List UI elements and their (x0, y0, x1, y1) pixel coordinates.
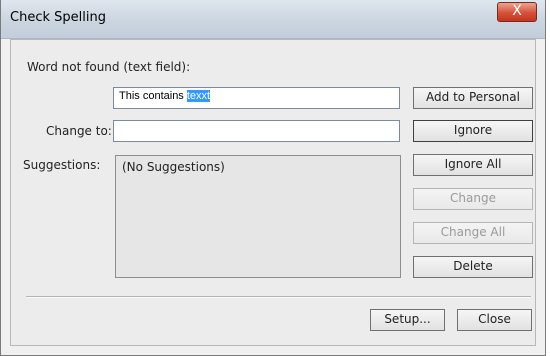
delete-button[interactable]: Delete (413, 256, 533, 278)
change-button[interactable]: Change (413, 188, 533, 210)
ignore-all-button[interactable]: Ignore All (413, 154, 533, 176)
word-not-found-field[interactable]: This contains texxt (113, 87, 400, 109)
close-button[interactable]: Close (457, 309, 532, 331)
change-all-button[interactable]: Change All (413, 222, 533, 244)
change-to-label: Change to: (46, 124, 112, 138)
ignore-button[interactable]: Ignore (413, 120, 533, 142)
window-close-button[interactable]: X (497, 2, 537, 22)
misspelled-word-selection: texxt (186, 90, 211, 102)
setup-button[interactable]: Setup... (370, 309, 445, 331)
divider (26, 296, 531, 298)
change-to-input[interactable] (113, 120, 400, 142)
list-item[interactable]: (No Suggestions) (122, 160, 394, 174)
suggestions-label: Suggestions: (23, 158, 101, 172)
word-not-found-text: This contains (119, 90, 187, 102)
close-icon: X (512, 3, 522, 19)
word-not-found-label: Word not found (text field): (27, 60, 191, 74)
suggestions-list[interactable]: (No Suggestions) (115, 155, 401, 278)
window-title: Check Spelling (10, 10, 106, 25)
title-bar: Check Spelling X (1, 0, 545, 39)
add-to-personal-button[interactable]: Add to Personal (413, 87, 533, 109)
check-spelling-dialog: Check Spelling X Word not found (text fi… (0, 0, 546, 356)
